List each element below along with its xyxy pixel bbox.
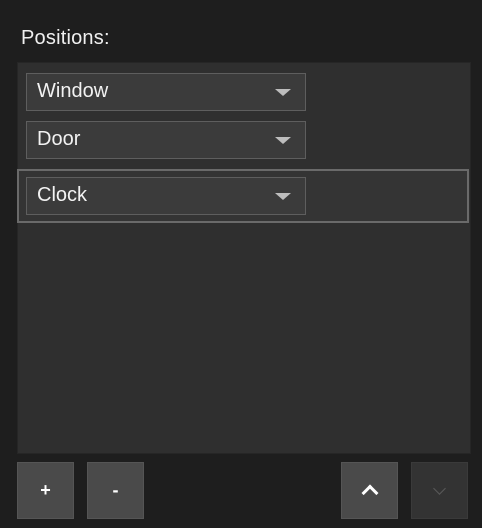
remove-position-button[interactable]: - bbox=[87, 462, 144, 519]
chevron-down-icon bbox=[275, 137, 291, 144]
position-dropdown-window[interactable]: Window bbox=[26, 73, 306, 111]
positions-panel: Positions: Window Door Clock + - bbox=[0, 0, 482, 528]
dropdown-value: Clock bbox=[37, 184, 88, 206]
chevron-down-icon bbox=[433, 481, 446, 495]
add-position-button[interactable]: + bbox=[17, 462, 74, 519]
dropdown-value: Door bbox=[37, 128, 81, 150]
position-dropdown-clock[interactable]: Clock bbox=[26, 177, 306, 215]
move-up-button[interactable] bbox=[341, 462, 398, 519]
chevron-down-icon bbox=[275, 193, 291, 200]
move-down-button[interactable] bbox=[411, 462, 468, 519]
chevron-down-icon bbox=[275, 89, 291, 96]
positions-label: Positions: bbox=[21, 27, 110, 49]
list-item[interactable]: Window bbox=[18, 69, 472, 123]
position-dropdown-door[interactable]: Door bbox=[26, 121, 306, 159]
dropdown-value: Window bbox=[37, 80, 109, 102]
list-item-selected[interactable]: Clock bbox=[17, 169, 469, 223]
chevron-up-icon bbox=[361, 484, 378, 502]
positions-list[interactable]: Window Door Clock bbox=[17, 62, 471, 454]
list-item[interactable]: Door bbox=[18, 121, 472, 175]
